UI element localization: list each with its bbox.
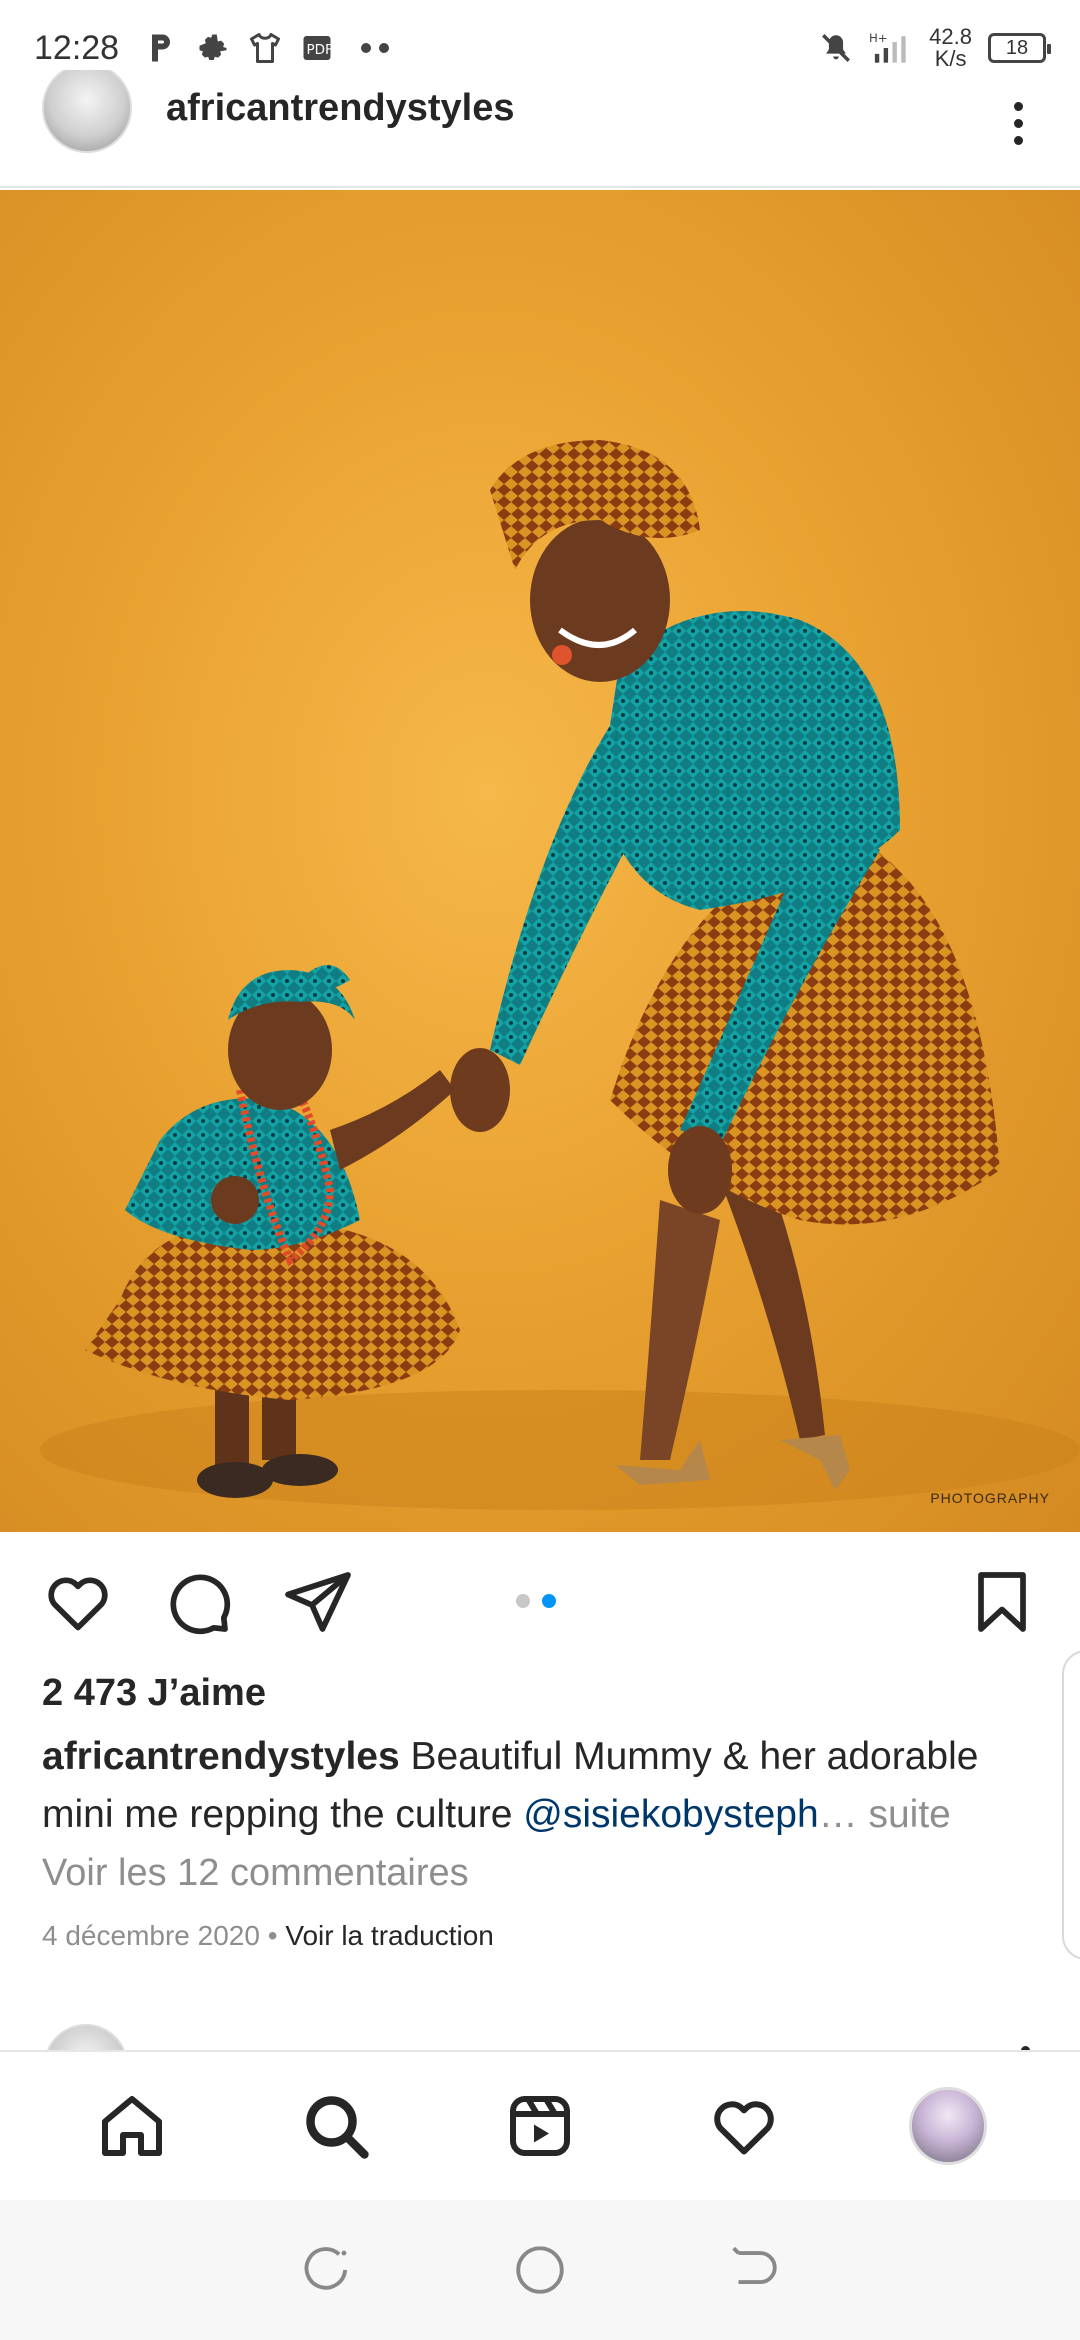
pdf-icon: PDF [303,36,333,60]
network-speed-value: 42.8 [929,24,972,49]
nav-activity[interactable] [699,2081,789,2171]
carousel-indicator [516,1594,556,1608]
back-icon[interactable] [724,2241,782,2299]
home-icon [102,2096,162,2156]
caption-ellipsis: … [818,1793,858,1836]
nav-profile[interactable] [903,2081,993,2171]
view-comments-link[interactable]: Voir les 12 commentaires [42,1852,469,1895]
gear-icon [199,34,227,60]
post-date: 4 décembre 2020 [42,1920,260,1951]
comment-button[interactable] [160,1564,236,1640]
bookmark-icon [978,1572,1026,1632]
bottom-navigation [0,2050,1080,2200]
post-actions [0,1532,1080,1672]
nav-reels[interactable] [495,2081,585,2171]
parking-icon [152,34,171,62]
reels-icon [510,2096,570,2156]
battery-level: 18 [1005,36,1029,59]
photo-illustration [40,440,1080,1510]
share-button[interactable] [280,1564,356,1640]
edge-panel-handle[interactable] [1062,1650,1080,1960]
dot-icon [1013,101,1023,111]
post-author-username[interactable]: africantrendystyles [166,87,515,130]
profile-avatar [909,2087,987,2165]
caption-username[interactable]: africantrendystyles [42,1735,400,1778]
nav-home[interactable] [87,2081,177,2171]
caption-more-link[interactable]: suite [858,1793,950,1836]
mute-icon [822,33,851,63]
dot-icon [1013,118,1023,128]
battery-icon: 18 [988,33,1051,63]
post-date-line: 4 décembre 2020 • Voir la traduction [42,1920,494,1952]
status-notification-icons: PDF [143,30,390,66]
svg-text:H+: H+ [869,31,888,45]
more-notifications-icon [361,43,390,53]
nav-search[interactable] [291,2081,381,2171]
network-speed-unit: K/s [934,46,967,71]
status-time: 12:28 [34,28,120,67]
photo-watermark: PHOTOGRAPHY [930,1490,1050,1506]
see-translation-link[interactable]: Voir la traduction [285,1920,494,1951]
save-button[interactable] [964,1564,1040,1640]
woman-figure [450,440,1000,1490]
network-speed: 42.8 K/s [929,26,972,70]
svg-text:PDF: PDF [307,42,333,58]
post-header: africantrendystyles [0,70,1080,188]
like-button[interactable] [40,1564,116,1640]
heart-icon [714,2101,774,2155]
post-photo[interactable]: PHOTOGRAPHY [0,190,1080,1532]
status-right-icons: H+ 42.8 K/s 18 [819,26,1051,70]
comment-icon [170,1574,231,1635]
signal-icon: H+ [869,31,906,63]
caption-mention[interactable]: @sisiekobysteph [523,1793,818,1836]
carousel-dot-active [542,1594,556,1608]
heart-icon [48,1577,108,1631]
post-options-button[interactable] [998,93,1038,153]
recent-apps-icon[interactable] [298,2241,356,2299]
system-navigation-bar [0,2200,1080,2340]
shirt-icon [250,33,281,63]
post-caption: africantrendystyles Beautiful Mummy & he… [42,1728,1032,1844]
dot-icon [1013,135,1023,145]
date-separator: • [259,1920,286,1951]
search-icon [306,2096,369,2159]
likes-count[interactable]: 2 473 J’aime [42,1672,266,1715]
carousel-dot [516,1594,530,1608]
home-button-icon[interactable] [511,2241,569,2299]
post-author-avatar[interactable] [42,70,132,153]
send-icon [285,1572,351,1632]
